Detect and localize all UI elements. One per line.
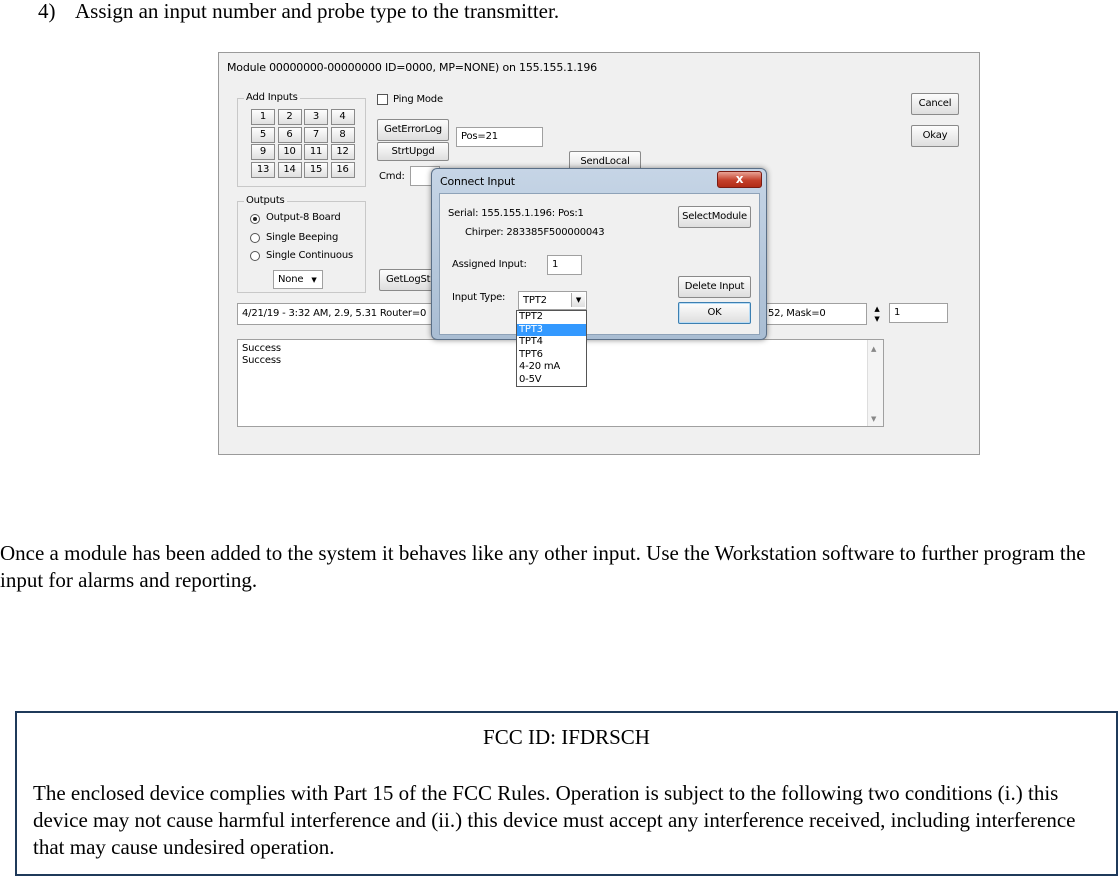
add-inputs-label: Add Inputs [244,92,300,103]
output-option-label: Single Continuous [266,250,354,261]
fcc-statement: The enclosed device complies with Part 1… [33,781,1076,859]
delete-input-button[interactable]: Delete Input [678,276,751,298]
scroll-down-icon[interactable]: ▼ [871,413,876,425]
input-type-option[interactable]: TPT4 [517,336,586,349]
step-heading: 4) Assign an input number and probe type … [38,0,559,25]
input-number-button[interactable]: 14 [277,161,302,178]
input-type-option[interactable]: TPT6 [517,349,586,362]
scroll-up-icon[interactable]: ▲ [871,343,876,355]
dialog-body: Serial: 155.155.1.196: Pos:1 Chirper: 28… [439,193,760,335]
spin-value-field[interactable]: 1 [889,303,948,323]
input-type-dropdown-list: TPT2 TPT3 TPT4 TPT6 4-20 mA 0-5V [516,310,587,387]
pos-field[interactable]: Pos=21 [456,127,543,147]
input-number-button[interactable]: 7 [304,126,328,143]
input-number-button[interactable]: 12 [330,144,355,160]
input-number-button[interactable]: 1 [251,109,275,125]
input-number-button[interactable]: 13 [251,161,275,178]
assigned-input-field[interactable]: 1 [547,255,582,275]
log-spin-arrows[interactable]: ▲ ▼ [870,304,884,324]
input-number-button[interactable]: 2 [277,109,302,125]
input-number-button[interactable]: 3 [304,109,328,125]
log-line-left: 4/21/19 - 3:32 AM, 2.9, 5.31 Router=0 [242,308,427,319]
chirper-label: Chirper: 283385F500000043 [465,227,605,238]
input-type-value: TPT2 [523,295,547,306]
fcc-id: FCC ID: IFDRSCH [483,725,650,749]
body-paragraph: Once a module has been added to the syst… [0,541,1086,592]
single-continuous-radio[interactable] [250,251,260,261]
input-number-button[interactable]: 16 [330,161,355,178]
ping-mode-checkbox[interactable] [377,94,388,105]
add-inputs-group: Add Inputs 1 2 3 4 5 6 7 8 9 10 11 12 13 14 15 16 [237,92,366,187]
step-number: 4) [38,0,56,23]
input-number-button[interactable]: 6 [277,126,302,143]
serial-label: Serial: 155.155.1.196: Pos:1 [448,208,584,219]
dialog-title: Connect Input [440,175,515,188]
input-type-option[interactable]: 0-5V [517,374,586,387]
input-type-dropdown-anchor: TPT2 TPT3 TPT4 TPT6 4-20 mA 0-5V [431,193,587,387]
get-error-log-button[interactable]: GetErrorLog [377,119,449,141]
outputs-group: Outputs Output-8 Board Single Beeping Si… [237,195,366,293]
ping-mode-label: Ping Mode [393,94,443,105]
chevron-down-icon: ▼ [311,276,317,284]
chevron-down-icon: ▼ [874,315,880,323]
output-option-label: Single Beeping [266,232,339,243]
input-number-button[interactable]: 9 [251,144,275,160]
input-type-option[interactable]: 4-20 mA [517,361,586,374]
output-none-value: None [278,274,304,285]
step-text: Assign an input number and probe type to… [75,0,560,23]
input-type-select[interactable]: TPT2 ▼ [518,291,587,310]
input-number-button[interactable]: 10 [277,144,302,160]
cmd-label: Cmd: [379,171,405,182]
input-number-button[interactable]: 5 [251,126,275,143]
input-number-button[interactable]: 15 [304,161,328,178]
chevron-up-icon: ▲ [874,305,880,313]
close-icon[interactable]: x [717,171,762,188]
connect-input-dialog: Connect Input x Serial: 155.155.1.196: P… [431,168,767,340]
input-type-option[interactable]: TPT2 [517,311,586,324]
single-beeping-radio[interactable] [250,233,260,243]
outputs-label: Outputs [244,195,287,206]
input-number-button[interactable]: 11 [304,144,328,160]
log-line-right: 52, Mask=0 [768,308,826,319]
select-module-button[interactable]: SelectModule [678,206,751,228]
input-type-option[interactable]: TPT3 [517,323,586,336]
status-scrollbar[interactable]: ▲ ▼ [867,340,883,426]
output-8-board-radio[interactable] [250,214,260,224]
okay-button[interactable]: Okay [911,125,959,147]
chevron-down-icon[interactable]: ▼ [571,293,585,307]
input-number-button[interactable]: 8 [330,126,355,143]
ok-button[interactable]: OK [678,302,751,324]
output-none-select[interactable]: None ▼ [273,270,323,289]
cancel-button[interactable]: Cancel [911,93,959,115]
assigned-input-label: Assigned Input: [452,259,527,270]
output-option-label: Output-8 Board [266,212,341,223]
fcc-notice-box: FCC ID: IFDRSCH The enclosed device comp… [15,711,1118,876]
input-type-label: Input Type: [452,292,506,303]
strt-upgd-button[interactable]: StrtUpgd [377,142,449,161]
window-title: Module 00000000-00000000 ID=0000, MP=NON… [227,61,597,74]
get-log-button[interactable]: GetLogSt [379,269,437,291]
input-number-button[interactable]: 4 [330,109,355,125]
